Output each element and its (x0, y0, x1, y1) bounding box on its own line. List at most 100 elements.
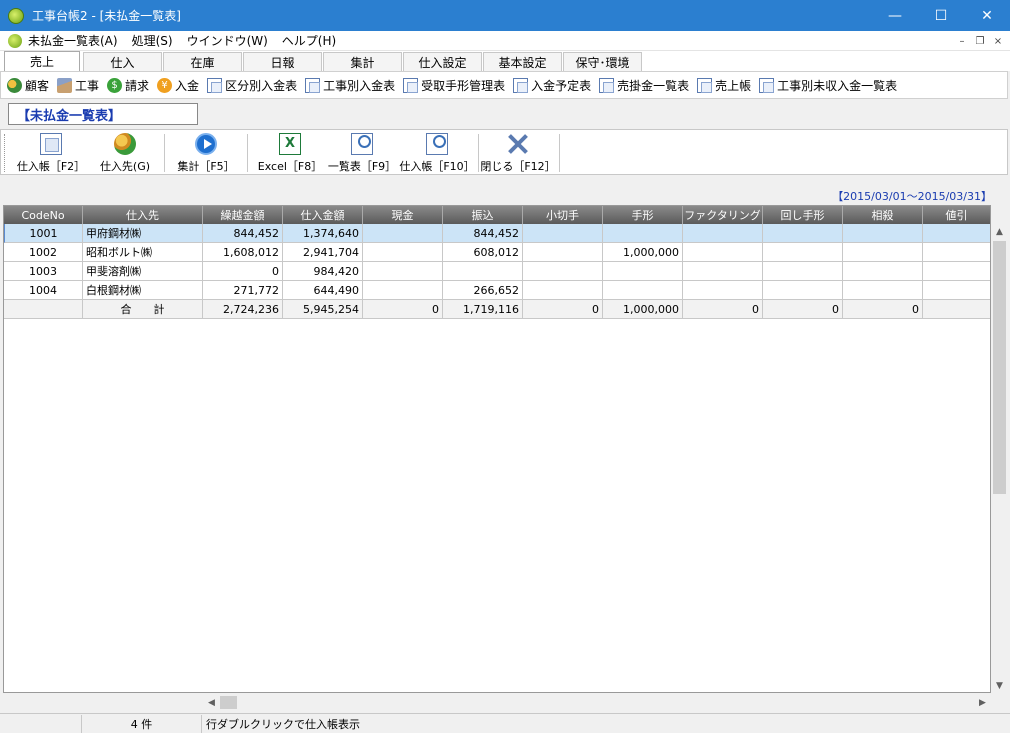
table-row[interactable]: 1004 白根鋼材㈱ 271,772 644,490 266,652 (4, 281, 990, 300)
cell-bill (603, 224, 683, 243)
cell-offset (843, 243, 923, 262)
subnav-construction[interactable]: 工事 (57, 77, 99, 94)
total-row: 合 計 2,724,236 5,945,254 0 1,719,116 0 1,… (4, 300, 990, 319)
cell-bill (603, 262, 683, 281)
minimize-button[interactable]: — (872, 0, 918, 31)
scroll-up-arrow[interactable]: ▲ (991, 223, 1008, 240)
cell-endorsed-bill (763, 281, 843, 300)
supplier-button[interactable]: 仕入先(G) (93, 132, 157, 174)
cell-code: 1001 (4, 224, 83, 243)
maximize-button[interactable]: ☐ (918, 0, 964, 31)
scroll-right-arrow[interactable]: ▶ (974, 694, 991, 711)
purchase-ledger-button[interactable]: 仕入帳［F2］ (15, 132, 87, 174)
cell-code: 1004 (4, 281, 83, 300)
subnav-accounts-receivable[interactable]: 売掛金一覧表 (599, 77, 689, 94)
menu-bar: 未払金一覧表(A) 処理(S) ウインドウ(W) ヘルプ(H) – ❐ × (0, 31, 1010, 51)
table-row[interactable]: 1002 昭和ボルト㈱ 1,608,012 2,941,704 608,012 … (4, 243, 990, 262)
aggregate-button[interactable]: 集計［F5］ (173, 132, 239, 174)
main-tabs: 売上 仕入 在庫 日報 集計 仕入設定 基本設定 保守･環境 (0, 51, 1010, 71)
toolbar-separator (478, 134, 479, 172)
menu-unpaid-list[interactable]: 未払金一覧表(A) (28, 32, 118, 49)
subnav-customer[interactable]: 顧客 (7, 77, 49, 94)
vertical-scrollbar[interactable]: ▲ ▼ (991, 223, 1008, 694)
status-bar: 4 件 行ダブルクリックで仕入帳表示 (0, 713, 1010, 733)
date-range: 【2015/03/01～2015/03/31】 (832, 190, 992, 203)
cell-transfer (443, 262, 523, 281)
scroll-left-arrow[interactable]: ◀ (203, 694, 220, 711)
tab-basic-settings[interactable]: 基本設定 (483, 52, 562, 71)
total-check: 0 (523, 300, 603, 319)
tab-purchase-settings[interactable]: 仕入設定 (403, 52, 482, 71)
play-icon (195, 133, 217, 155)
cell-purchase-amount: 984,420 (283, 262, 363, 281)
subnav-category-payment[interactable]: 区分別入金表 (207, 77, 297, 94)
document-icon (40, 133, 62, 155)
scroll-down-arrow[interactable]: ▼ (991, 677, 1008, 694)
menu-window[interactable]: ウインドウ(W) (187, 32, 268, 49)
col-bill[interactable]: 手形 (603, 206, 683, 224)
subnav-payment-schedule[interactable]: 入金予定表 (513, 77, 591, 94)
col-purchase-amount[interactable]: 仕入金額 (283, 206, 363, 224)
record-count: 4 件 (82, 714, 202, 733)
cell-cash (363, 281, 443, 300)
unpaid-grid: CodeNo 仕入先 繰越金額 仕入金額 現金 振込 小切手 手形 ファクタリン… (3, 205, 991, 693)
menu-help[interactable]: ヘルプ(H) (282, 32, 336, 49)
excel-button[interactable]: X Excel［F8］ (257, 132, 323, 174)
subnav-payment[interactable]: ¥ 入金 (157, 77, 199, 94)
col-supplier[interactable]: 仕入先 (83, 206, 203, 224)
close-window-button[interactable]: ✕ (964, 0, 1010, 31)
mdi-restore-button[interactable]: ❐ (972, 33, 988, 49)
cell-carryover: 844,452 (203, 224, 283, 243)
col-carryover[interactable]: 繰越金額 (203, 206, 283, 224)
status-panel-empty (0, 714, 82, 733)
horizontal-scroll-thumb[interactable] (220, 696, 237, 709)
mdi-minimize-button[interactable]: – (954, 33, 970, 49)
col-offset[interactable]: 相殺 (843, 206, 923, 224)
status-hint: 行ダブルクリックで仕入帳表示 (206, 717, 360, 731)
magnifier-icon (351, 133, 373, 155)
mdi-child-icon[interactable] (8, 33, 22, 48)
col-endorsed-bill[interactable]: 回し手形 (763, 206, 843, 224)
subnav-construction-payment[interactable]: 工事別入金表 (305, 77, 395, 94)
cell-check (523, 262, 603, 281)
vertical-scroll-thumb[interactable] (993, 241, 1006, 494)
total-label: 合 計 (83, 300, 203, 319)
subnav-invoice[interactable]: $ 請求 (107, 77, 149, 94)
col-factoring[interactable]: ファクタリング (683, 206, 763, 224)
col-check[interactable]: 小切手 (523, 206, 603, 224)
subnav-uncollected-list[interactable]: 工事別未収入金一覧表 (759, 77, 897, 94)
tab-daily-report[interactable]: 日報 (243, 52, 322, 71)
tab-aggregate[interactable]: 集計 (323, 52, 402, 71)
col-cash[interactable]: 現金 (363, 206, 443, 224)
cell-code (4, 300, 83, 319)
col-transfer[interactable]: 振込 (443, 206, 523, 224)
subnav-sales-ledger[interactable]: 売上帳 (697, 77, 751, 94)
toolbar: 仕入帳［F2］ 仕入先(G) 集計［F5］ X Excel［F8］ 一覧表［F9… (0, 129, 1008, 175)
cell-endorsed-bill (763, 243, 843, 262)
toolbar-grip[interactable] (4, 134, 6, 172)
horizontal-scrollbar[interactable]: ◀ ▶ (203, 694, 991, 711)
tab-sales[interactable]: 売上 (4, 51, 80, 71)
table-row[interactable]: 1003 甲斐溶剤㈱ 0 984,420 (4, 262, 990, 281)
tab-maintenance[interactable]: 保守･環境 (563, 52, 642, 71)
cell-factoring (683, 224, 763, 243)
cell-supplier: 白根鋼材㈱ (83, 281, 203, 300)
house-icon (57, 77, 73, 93)
close-button[interactable]: 閉じる［F12］ (480, 132, 555, 174)
tab-inventory[interactable]: 在庫 (163, 52, 242, 71)
subnav-notes-receivable[interactable]: 受取手形管理表 (403, 77, 505, 94)
invoice-icon: $ (107, 77, 123, 93)
col-code[interactable]: CodeNo (4, 206, 83, 224)
purchase-ledger-f10-button[interactable]: 仕入帳［F10］ (399, 132, 475, 174)
cell-transfer: 844,452 (443, 224, 523, 243)
mdi-close-button[interactable]: × (990, 33, 1006, 49)
table-row[interactable]: 1001 甲府鋼材㈱ 844,452 1,374,640 844,452 (4, 224, 990, 243)
list-button[interactable]: 一覧表［F9］ (327, 132, 397, 174)
toolbar-separator (559, 134, 560, 172)
col-discount[interactable]: 値引 (923, 206, 990, 224)
sub-nav: 顧客 工事 $ 請求 ¥ 入金 区分別入金表 工事別入金表 受取手形管理表 入金予定… (0, 71, 1008, 99)
menu-process[interactable]: 処理(S) (132, 32, 173, 49)
cell-supplier: 甲府鋼材㈱ (83, 224, 203, 243)
app-icon (8, 7, 24, 24)
tab-purchase[interactable]: 仕入 (83, 52, 162, 71)
